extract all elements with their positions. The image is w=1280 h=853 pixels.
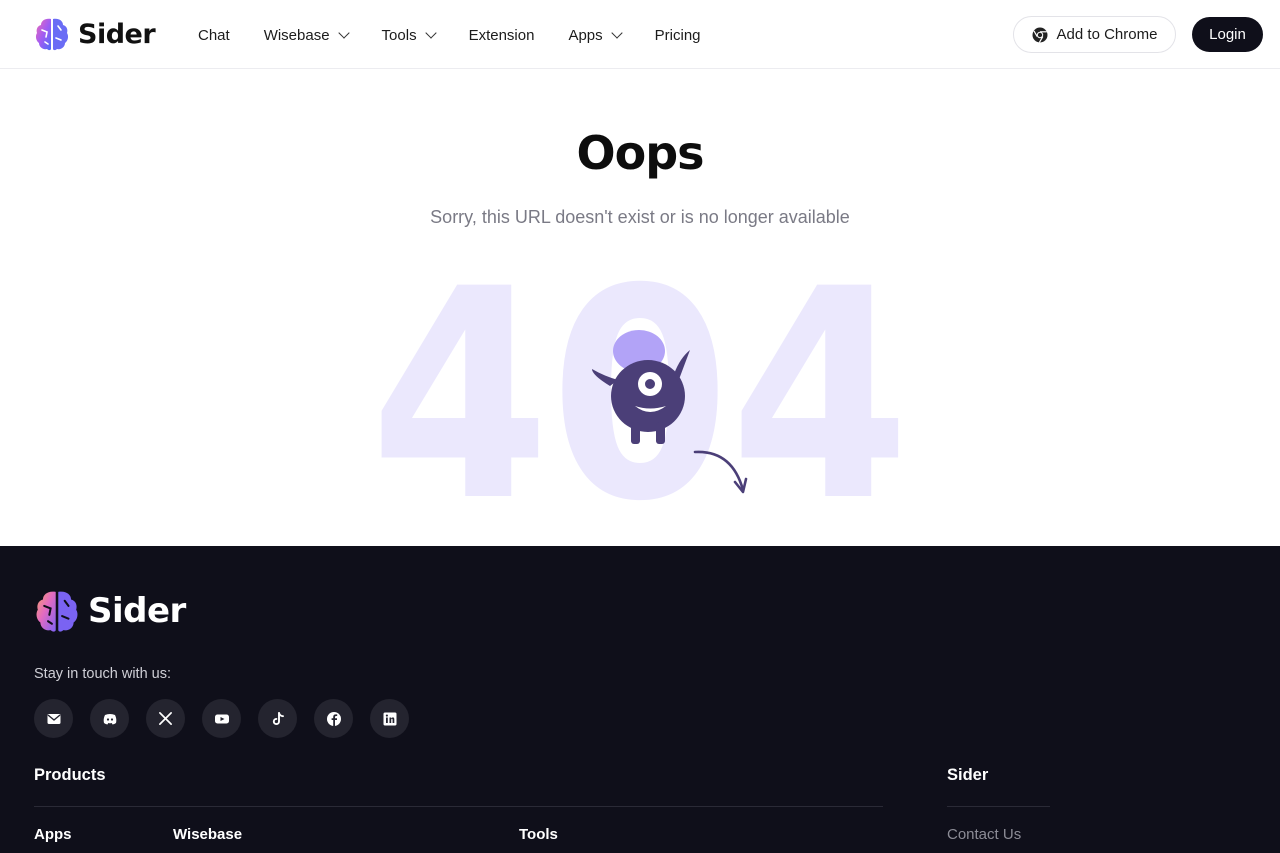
nav-extension[interactable]: Extension — [469, 25, 535, 45]
stay-in-touch-label: Stay in touch with us: — [34, 666, 172, 682]
products-heading: Products — [34, 766, 106, 784]
nav-tools[interactable]: Tools — [381, 25, 437, 45]
chrome-icon — [1032, 27, 1048, 43]
sider-heading: Sider — [947, 766, 989, 784]
chevron-down-icon — [337, 27, 350, 39]
youtube-link[interactable] — [202, 699, 241, 738]
footer-col-apps: Apps — [34, 826, 72, 843]
x-link[interactable] — [146, 699, 185, 738]
brain-logo-icon — [35, 18, 69, 51]
footer-col-tools: Tools — [519, 826, 558, 843]
nav-pricing-label: Pricing — [654, 26, 701, 44]
mail-icon — [47, 713, 60, 724]
site-header: Sider Chat Wisebase Tools Extension Apps… — [0, 0, 1280, 69]
mail-link[interactable] — [34, 699, 73, 738]
nav-chat-label: Chat — [198, 26, 230, 44]
social-links — [34, 699, 409, 738]
nav-wisebase-label: Wisebase — [263, 26, 330, 44]
linkedin-icon — [383, 712, 396, 725]
nav-chat[interactable]: Chat — [198, 25, 230, 45]
error-404-illustration: 404 — [370, 270, 910, 510]
discord-icon — [103, 713, 116, 724]
products-divider — [34, 806, 883, 807]
youtube-icon — [214, 714, 229, 723]
contact-us-link[interactable]: Contact Us — [947, 826, 1021, 843]
linkedin-link[interactable] — [370, 699, 409, 738]
discord-link[interactable] — [90, 699, 129, 738]
nav-pricing[interactable]: Pricing — [655, 25, 701, 45]
facebook-link[interactable] — [314, 699, 353, 738]
nav-apps[interactable]: Apps — [568, 25, 623, 45]
nav-wisebase[interactable]: Wisebase — [263, 25, 350, 45]
error-message: Sorry, this URL doesn't exist or is no l… — [430, 207, 850, 227]
tiktok-link[interactable] — [258, 699, 297, 738]
brain-logo-icon — [36, 591, 78, 632]
logo-text: Sider — [78, 18, 156, 50]
main-nav: Chat Wisebase Tools Extension Apps Prici… — [198, 25, 735, 45]
nav-extension-label: Extension — [468, 26, 535, 44]
footer-col-wisebase: Wisebase — [173, 826, 243, 843]
add-to-chrome-label: Add to Chrome — [1056, 26, 1158, 43]
x-icon — [159, 712, 172, 725]
footer-logo[interactable]: Sider — [34, 588, 186, 634]
nav-tools-label: Tools — [381, 26, 417, 44]
footer-logo-text: Sider — [88, 591, 186, 631]
login-button[interactable]: Login — [1192, 17, 1263, 52]
chevron-down-icon — [424, 27, 437, 39]
add-to-chrome-button[interactable]: Add to Chrome — [1013, 16, 1176, 53]
sider-logo[interactable]: Sider — [34, 16, 156, 52]
nav-apps-label: Apps — [568, 26, 603, 44]
tiktok-icon — [272, 711, 284, 725]
facebook-icon — [326, 711, 341, 726]
login-label: Login — [1209, 26, 1246, 43]
page-title: Oops — [576, 126, 704, 180]
chevron-down-icon — [610, 27, 623, 39]
sider-divider — [947, 806, 1050, 807]
